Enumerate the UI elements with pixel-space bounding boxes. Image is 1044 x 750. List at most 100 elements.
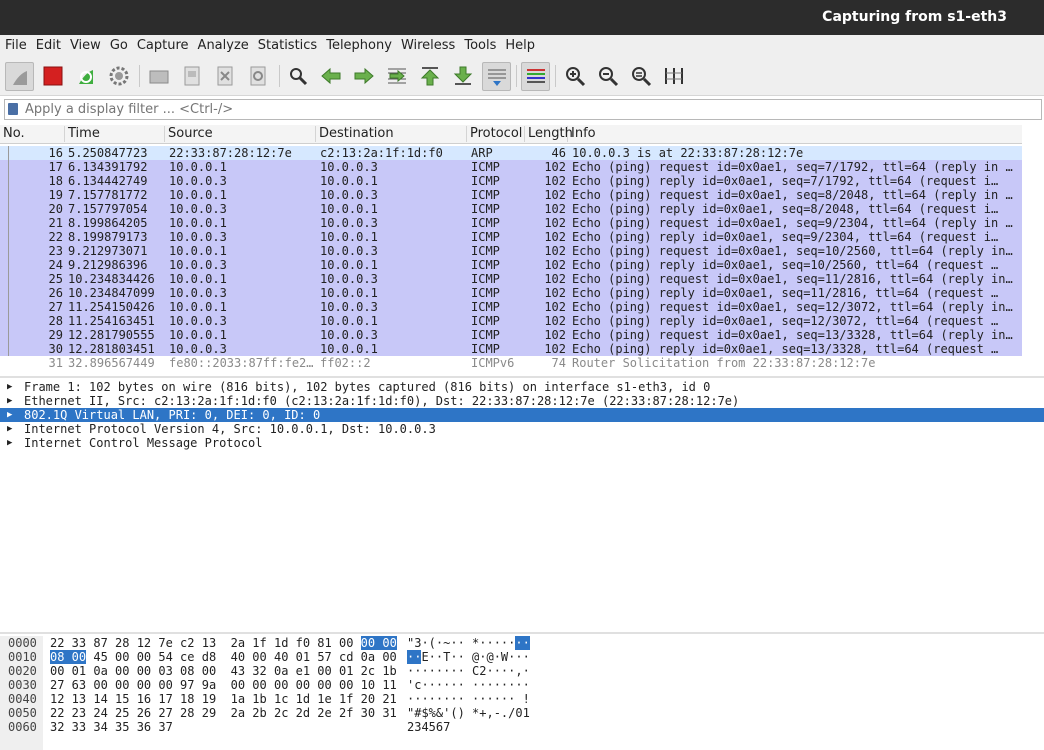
stop-icon[interactable] <box>39 62 67 90</box>
packet-row[interactable]: 30 12.281803451 10.0.0.3 10.0.0.1 ICMP 102 Ech… <box>0 342 1022 356</box>
bookmark-icon[interactable] <box>8 103 18 115</box>
bytes-ascii[interactable]: 'c······ ········ <box>407 678 530 692</box>
display-filter-input[interactable] <box>25 100 1025 118</box>
packet-row[interactable]: 23 9.212973071 10.0.0.1 10.0.0.3 ICMP 102 Echo… <box>0 244 1022 258</box>
expand-arrow-icon[interactable]: ▶ <box>7 408 12 422</box>
menu-statistics[interactable]: Statistics <box>253 35 321 53</box>
packet-cell-proto: ICMP <box>471 202 500 216</box>
save-file-icon[interactable] <box>178 62 206 90</box>
column-header-no[interactable]: No. <box>0 126 65 142</box>
bytes-hex[interactable]: 32 33 34 35 36 37 <box>50 720 173 734</box>
detail-text: Frame 1: 102 bytes on wire (816 bits), 1… <box>24 380 711 394</box>
packet-row[interactable]: 24 9.212986396 10.0.0.3 10.0.0.1 ICMP 102 Echo… <box>0 258 1022 272</box>
bytes-ascii[interactable]: "#$%&'() *+,-./01 <box>407 706 530 720</box>
bytes-ascii[interactable]: 234567 <box>407 720 450 734</box>
column-header-protocol[interactable]: Protocol <box>467 126 525 142</box>
packet-row[interactable]: 22 8.199879173 10.0.0.3 10.0.0.1 ICMP 102 Echo… <box>0 230 1022 244</box>
bytes-ascii-highlight: ·· <box>515 636 530 650</box>
expand-arrow-icon[interactable]: ▶ <box>7 436 12 450</box>
detail-row[interactable]: ▶ Ethernet II, Src: c2:13:2a:1f:1d:f0 (c2… <box>0 394 1044 408</box>
zoom-reset-icon[interactable] <box>627 62 655 90</box>
packet-cell-len: 102 <box>544 244 566 258</box>
packet-cell-len: 102 <box>544 160 566 174</box>
menu-edit[interactable]: Edit <box>31 35 65 53</box>
close-file-icon[interactable] <box>211 62 239 90</box>
packet-row[interactable]: 31 32.896567449 fe80::2033:87ff:fe2… ff02::… <box>0 356 1022 370</box>
detail-row[interactable]: ▶ Internet Control Message Protocol <box>0 436 1044 450</box>
menu-telephony[interactable]: Telephony <box>321 35 396 53</box>
bytes-hex[interactable]: 22 33 87 28 12 7e c2 13 2a 1f 1d f0 81 0… <box>50 636 397 650</box>
packet-list[interactable]: No. Time Source Destination Protocol Len… <box>0 125 1044 370</box>
menu-analyze[interactable]: Analyze <box>193 35 253 53</box>
bytes-ascii[interactable]: ········ C2····,· <box>407 664 530 678</box>
packet-row[interactable]: 28 11.254163451 10.0.0.3 10.0.0.1 ICMP 102 Ech… <box>0 314 1022 328</box>
bytes-hex[interactable]: 08 00 45 00 00 54 ce d8 40 00 40 01 57 c… <box>50 650 397 664</box>
column-header-length[interactable]: Length <box>525 126 573 142</box>
menu-help[interactable]: Help <box>500 35 539 53</box>
open-folder-icon[interactable] <box>145 62 173 90</box>
packet-details[interactable]: ▶ Frame 1: 102 bytes on wire (816 bits), … <box>0 380 1044 632</box>
bytes-hex[interactable]: 00 01 0a 00 00 03 08 00 43 32 0a e1 00 0… <box>50 664 397 678</box>
detail-row[interactable]: ▶ 802.1Q Virtual LAN, PRI: 0, DEI: 0, ID:… <box>0 408 1044 422</box>
menu-wireless[interactable]: Wireless <box>396 35 459 53</box>
forward-icon[interactable] <box>350 62 378 90</box>
last-packet-icon[interactable] <box>449 62 477 90</box>
find-icon[interactable] <box>284 62 312 90</box>
packet-row[interactable]: 27 11.254150426 10.0.0.1 10.0.0.3 ICMP 102 Ech… <box>0 300 1022 314</box>
first-packet-icon[interactable] <box>416 62 444 90</box>
colorize-icon[interactable] <box>521 62 550 91</box>
autoscroll-icon[interactable] <box>482 62 511 91</box>
pane-splitter[interactable] <box>0 376 1044 378</box>
packet-cell-time: 6.134391792 <box>68 160 148 174</box>
goto-packet-icon[interactable] <box>383 62 411 90</box>
column-header-time[interactable]: Time <box>65 126 165 142</box>
detail-row[interactable]: ▶ Internet Protocol Version 4, Src: 10.0.… <box>0 422 1044 436</box>
zoom-out-icon[interactable] <box>594 62 622 90</box>
packet-row[interactable]: 20 7.157797054 10.0.0.3 10.0.0.1 ICMP 102 Echo… <box>0 202 1022 216</box>
options-gear-icon[interactable] <box>105 62 133 90</box>
menu-capture[interactable]: Capture <box>132 35 193 53</box>
bytes-ascii[interactable]: ··E··T·· @·@·W··· <box>407 650 530 664</box>
packet-row[interactable]: 19 7.157781772 10.0.0.1 10.0.0.3 ICMP 102 Echo… <box>0 188 1022 202</box>
packet-cell-len: 102 <box>544 314 566 328</box>
back-icon[interactable] <box>317 62 345 90</box>
restart-icon[interactable] <box>72 62 100 90</box>
packet-row[interactable]: 21 8.199864205 10.0.0.1 10.0.0.3 ICMP 102 Echo… <box>0 216 1022 230</box>
packet-cell-dst: 10.0.0.3 <box>320 160 378 174</box>
menu-view[interactable]: View <box>65 35 105 53</box>
packet-bytes[interactable]: 0000 22 33 87 28 12 7e c2 13 2a 1f 1d f0 … <box>0 636 1044 750</box>
packet-cell-len: 102 <box>544 216 566 230</box>
packet-row[interactable]: 29 12.281790555 10.0.0.1 10.0.0.3 ICMP 102 Ech… <box>0 328 1022 342</box>
packet-row[interactable]: 26 10.234847099 10.0.0.3 10.0.0.1 ICMP 102 Ech… <box>0 286 1022 300</box>
pane-splitter[interactable] <box>0 632 1044 634</box>
menu-file[interactable]: File <box>0 35 31 53</box>
shark-fin-icon[interactable] <box>5 62 34 91</box>
menu-tools[interactable]: Tools <box>459 35 500 53</box>
menu-go[interactable]: Go <box>105 35 132 53</box>
bytes-hex[interactable]: 22 23 24 25 26 27 28 29 2a 2b 2c 2d 2e 2… <box>50 706 397 720</box>
packet-cell-time: 9.212973071 <box>68 244 148 258</box>
resize-columns-icon[interactable] <box>660 62 688 90</box>
packet-cell-time: 10.234847099 <box>68 286 155 300</box>
packet-row[interactable]: 18 6.134442749 10.0.0.3 10.0.0.1 ICMP 102 Echo… <box>0 174 1022 188</box>
menu-bar: File Edit View Go Capture Analyze Statistics Te… <box>0 35 1044 57</box>
expand-arrow-icon[interactable]: ▶ <box>7 380 12 394</box>
bytes-ascii[interactable]: "3·(·~·· *······· <box>407 636 530 650</box>
expand-arrow-icon[interactable]: ▶ <box>7 422 12 436</box>
packet-cell-no: 16 <box>48 146 63 160</box>
packet-row[interactable]: 25 10.234834426 10.0.0.1 10.0.0.3 ICMP 102 Ech… <box>0 272 1022 286</box>
packet-cell-proto: ICMP <box>471 230 500 244</box>
packet-cell-src: 10.0.0.1 <box>169 216 227 230</box>
reload-icon[interactable] <box>244 62 272 90</box>
detail-row[interactable]: ▶ Frame 1: 102 bytes on wire (816 bits), … <box>0 380 1044 394</box>
packet-row[interactable]: 17 6.134391792 10.0.0.1 10.0.0.3 ICMP 102 Echo… <box>0 160 1022 174</box>
column-header-info[interactable]: Info <box>568 126 1022 142</box>
column-header-destination[interactable]: Destination <box>316 126 467 142</box>
zoom-in-icon[interactable] <box>561 62 589 90</box>
column-header-source[interactable]: Source <box>165 126 316 142</box>
bytes-ascii[interactable]: ········ ······ ! <box>407 692 530 706</box>
bytes-hex[interactable]: 12 13 14 15 16 17 18 19 1a 1b 1c 1d 1e 1… <box>50 692 397 706</box>
expand-arrow-icon[interactable]: ▶ <box>7 394 12 408</box>
packet-row[interactable]: 16 5.250847723 22:33:87:28:12:7e c2:13:2a:1… <box>0 146 1022 160</box>
bytes-hex[interactable]: 27 63 00 00 00 00 97 9a 00 00 00 00 00 0… <box>50 678 397 692</box>
